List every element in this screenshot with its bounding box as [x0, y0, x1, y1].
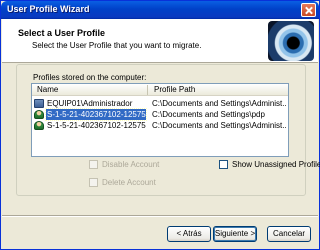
profile-path: C:\Documents and Settings\Administ...	[152, 99, 286, 108]
eye-logo-icon	[268, 21, 314, 61]
page-heading: Select a User Profile	[18, 28, 106, 38]
user-icon	[34, 110, 44, 119]
delete-account-label: Delete Account	[102, 178, 156, 187]
show-unassigned-label: Show Unassigned Profiles	[232, 160, 320, 169]
list-header: Name Profile Path	[32, 84, 288, 96]
computer-icon	[34, 99, 44, 108]
back-button[interactable]: < Atrás	[167, 226, 211, 242]
title-bar[interactable]: User Profile Wizard	[1, 1, 319, 19]
checkbox-box	[219, 160, 228, 169]
list-row-selected[interactable]: S-1-5-21-402367102-1257545... C:\Documen…	[32, 108, 288, 121]
checkbox-box	[89, 178, 98, 187]
footer-separator	[2, 215, 318, 217]
list-row[interactable]: S-1-5-21-402367102-1257545... C:\Documen…	[32, 120, 288, 131]
next-button[interactable]: Siguiente >	[213, 226, 257, 242]
profiles-list-label: Profiles stored on the computer:	[33, 73, 147, 82]
wizard-window: User Profile Wizard Select a User Profil…	[0, 0, 320, 250]
column-header-name[interactable]: Name	[32, 85, 148, 95]
window-title: User Profile Wizard	[7, 4, 90, 14]
page-subtitle: Select the User Profile that you want to…	[32, 41, 202, 50]
wizard-header: Select a User Profile Select the User Pr…	[2, 19, 318, 63]
user-icon	[34, 121, 44, 130]
disable-account-label: Disable Account	[102, 160, 160, 169]
column-header-profile-path[interactable]: Profile Path	[149, 85, 288, 95]
profile-name: S-1-5-21-402367102-1257545...	[47, 121, 146, 130]
checkbox-box	[89, 160, 98, 169]
profile-name: S-1-5-21-402367102-1257545...	[45, 108, 147, 121]
list-row[interactable]: EQUIP01\Administrador C:\Documents and S…	[32, 98, 288, 109]
cancel-button[interactable]: Cancelar	[267, 226, 311, 242]
profile-path: C:\Documents and Settings\Administ...	[152, 121, 286, 130]
profiles-list[interactable]: Name Profile Path EQUIP01\Administrador …	[31, 83, 289, 157]
close-icon[interactable]	[301, 3, 316, 17]
profile-name: EQUIP01\Administrador	[47, 99, 133, 108]
profile-path: C:\Documents and Settings\pdp	[152, 110, 265, 119]
